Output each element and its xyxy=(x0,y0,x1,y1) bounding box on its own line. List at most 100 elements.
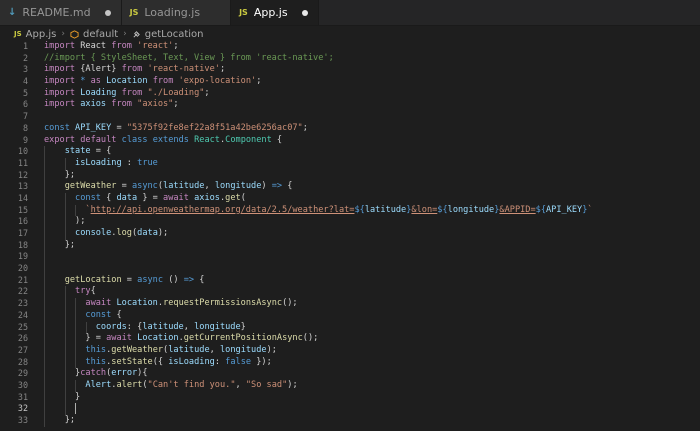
code-token: { xyxy=(111,309,122,320)
code-token: ; xyxy=(204,87,210,98)
code-token: { xyxy=(194,274,205,285)
line-number: 15 xyxy=(17,204,28,215)
indent-guide xyxy=(75,333,77,345)
code-token: React xyxy=(194,134,220,145)
indent-guide xyxy=(44,274,45,287)
code-token: ({ xyxy=(152,356,169,367)
code-editor[interactable]: 1 import React from 'react'; 2//import { S… xyxy=(0,41,700,427)
breadcrumb-method[interactable]: getLocation xyxy=(145,29,204,40)
line-number: 10 xyxy=(17,146,28,157)
indent-guide xyxy=(64,333,66,345)
code-line[interactable]: 27 this.getWeather(latitude, longitude); xyxy=(0,344,700,357)
line-number: 31 xyxy=(17,391,28,402)
code-line[interactable]: 8 const API_KEY = "5375f92fe8ef22a8f51a42… xyxy=(0,123,700,135)
code-line[interactable]: 13 getWeather = async(latitude, longitud… xyxy=(0,181,700,193)
code-line[interactable]: 25 coords: {latitude, longitude} xyxy=(0,321,700,334)
code-line[interactable]: 14 const { data } = await axios.get( xyxy=(0,192,700,205)
code-token: log xyxy=(116,228,132,238)
tab-loading-js[interactable]: JS Loading.js xyxy=(121,0,232,25)
unsaved-dot-icon[interactable] xyxy=(104,9,111,16)
code-line[interactable]: 18 }; xyxy=(0,239,700,252)
code-line[interactable]: 29 }catch(error){ xyxy=(0,368,700,380)
tab-readme[interactable]: ↓ README.md xyxy=(0,0,122,25)
code-text: }; xyxy=(28,239,75,252)
code-token: longitude xyxy=(194,321,241,332)
code-line[interactable]: 33 }; xyxy=(0,415,700,427)
indent-guide xyxy=(44,157,45,170)
code-line[interactable]: 10 state = { xyxy=(0,146,700,158)
code-token: ` xyxy=(587,204,593,215)
code-token: ( xyxy=(240,192,246,203)
line-number: 5 xyxy=(22,87,28,98)
code-token: : xyxy=(121,157,138,168)
line-number: 21 xyxy=(17,274,28,285)
code-text xyxy=(28,403,77,415)
code-text: } xyxy=(28,391,80,404)
code-token: data xyxy=(116,192,138,203)
unsaved-dot-icon[interactable] xyxy=(301,9,308,16)
code-token: from xyxy=(111,41,132,51)
code-text: import axios from "axios"; xyxy=(28,99,179,111)
code-text: getLocation = async () => { xyxy=(28,274,205,287)
code-text: import {Alert} from 'react-native'; xyxy=(28,64,225,76)
code-token: default xyxy=(80,134,117,145)
breadcrumb-class[interactable]: default xyxy=(83,29,118,40)
code-line[interactable]: 7 xyxy=(0,111,700,123)
code-token: import xyxy=(44,64,76,75)
indent-guide xyxy=(64,298,66,310)
line-number: 13 xyxy=(17,181,28,192)
code-line[interactable]: 15 ` http://api.openweathermap.org/data/2… xyxy=(0,204,700,217)
code-token: => xyxy=(183,274,195,285)
code-line[interactable]: 32 xyxy=(0,403,700,415)
code-line[interactable]: 28 this.setState({ isLoading: false }); xyxy=(0,356,700,369)
code-line[interactable]: 6 import axios from "axios"; xyxy=(0,99,700,111)
code-text: }; xyxy=(28,169,75,182)
code-line[interactable]: 21 getLocation = async () => { xyxy=(0,274,700,287)
code-line[interactable]: 11 isLoading : true xyxy=(0,157,700,170)
code-line[interactable]: 22 try{ xyxy=(0,286,700,299)
code-line[interactable]: 5 import Loading from "./Loading"; xyxy=(0,88,700,100)
indent-guide xyxy=(85,321,87,334)
code-token: }; xyxy=(64,415,76,425)
indent-guide xyxy=(44,192,45,205)
code-token: = xyxy=(116,181,132,192)
code-token: import xyxy=(44,76,76,87)
code-line[interactable]: 12 }; xyxy=(0,169,700,182)
tab-app-js[interactable]: JS App.js xyxy=(231,0,319,25)
code-line[interactable]: 20 xyxy=(0,263,700,275)
code-text: import Loading from "./Loading"; xyxy=(28,88,210,100)
code-text: import * as Location from 'expo-location… xyxy=(28,76,261,88)
line-number: 23 xyxy=(17,298,28,309)
code-line[interactable]: 24 const { xyxy=(0,309,700,322)
line-number: 3 xyxy=(22,64,28,75)
code-line[interactable]: 31 } xyxy=(0,391,700,404)
js-file-icon: JS xyxy=(14,30,22,38)
code-line[interactable]: 26 } = await Location.getCurrentPosition… xyxy=(0,333,700,345)
code-text: import React from 'react'; xyxy=(28,41,179,53)
line-number: 18 xyxy=(17,239,28,250)
code-token: latitude xyxy=(142,321,184,332)
code-token: ); xyxy=(75,216,86,227)
indent-guide xyxy=(75,356,77,369)
code-line[interactable]: 17 console.log(data); xyxy=(0,228,700,240)
code-token: (); xyxy=(302,333,319,344)
indent-guide xyxy=(75,344,77,357)
code-line[interactable]: 4 import * as Location from 'expo-locatio… xyxy=(0,76,700,88)
code-line[interactable]: 23 await Location.requestPermissionsAsyn… xyxy=(0,298,700,310)
indent-guide xyxy=(44,228,45,240)
code-line[interactable]: 1 import React from 'react'; xyxy=(0,41,700,53)
code-line[interactable]: 9 export default class extends React.Comp… xyxy=(0,135,700,147)
indent-guide xyxy=(75,309,77,322)
code-line[interactable]: 30 Alert.alert("Can't find you.", "So sa… xyxy=(0,379,700,392)
code-line[interactable]: 16 ); xyxy=(0,216,700,228)
code-line[interactable]: 19 xyxy=(0,251,700,264)
code-line[interactable]: 2 //import { StyleSheet, Text, View } fro… xyxy=(0,53,700,65)
indent-guide xyxy=(75,204,77,217)
code-token: ${ xyxy=(354,204,365,215)
line-number: 14 xyxy=(17,192,28,203)
code-token: alert xyxy=(116,379,143,390)
breadcrumb-file[interactable]: App.js xyxy=(26,29,57,40)
code-token: ); xyxy=(266,344,277,355)
line-number: 30 xyxy=(17,379,28,390)
code-line[interactable]: 3 import {Alert} from 'react-native'; xyxy=(0,64,700,76)
